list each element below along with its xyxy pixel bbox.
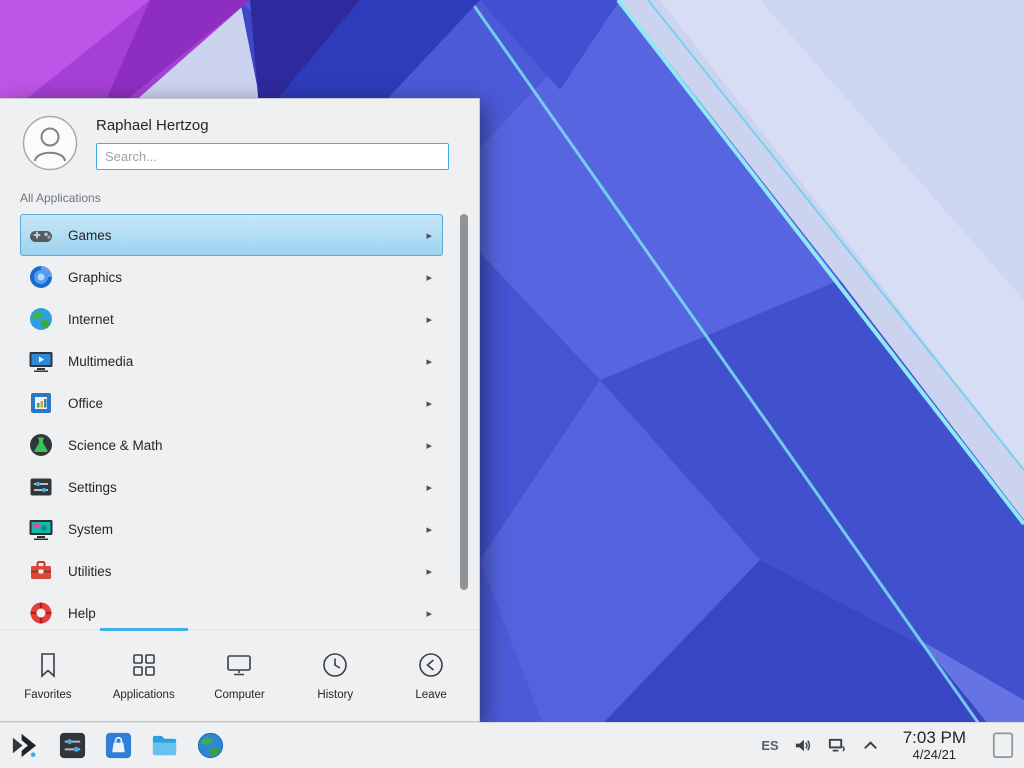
system-tray: ES 7:03 PM 4/24/21 xyxy=(761,728,1016,762)
category-label: Games xyxy=(68,228,412,243)
tab-applications[interactable]: Applications xyxy=(96,630,192,721)
search-input[interactable] xyxy=(96,143,449,170)
submenu-arrow-icon: ▸ xyxy=(426,271,434,284)
category-label: Science & Math xyxy=(68,438,412,453)
flask-icon xyxy=(28,432,54,458)
grid-icon xyxy=(129,650,159,680)
lens-icon xyxy=(28,264,54,290)
taskbar: ES 7:03 PM 4/24/21 xyxy=(0,722,1024,768)
document-chart-icon xyxy=(28,390,54,416)
section-label: All Applications xyxy=(0,183,479,210)
submenu-arrow-icon: ▸ xyxy=(426,565,434,578)
category-label: Help xyxy=(68,606,412,621)
category-games[interactable]: Games ▸ xyxy=(20,214,443,256)
gamepad-icon xyxy=(28,222,54,248)
show-desktop-icon xyxy=(990,729,1016,762)
clock-icon xyxy=(320,650,350,680)
computer-icon xyxy=(224,650,254,680)
category-list: Games ▸ Graphics ▸ Internet ▸ xyxy=(0,210,479,629)
submenu-arrow-icon: ▸ xyxy=(426,481,434,494)
desktop: Raphael Hertzog All Applications Games ▸… xyxy=(0,0,1024,768)
launcher-tab-bar: Favorites Applications Computer History … xyxy=(0,629,479,721)
clock-date: 4/24/21 xyxy=(903,748,966,763)
monitor-play-icon xyxy=(28,348,54,374)
clock-time: 7:03 PM xyxy=(903,728,966,748)
category-office[interactable]: Office ▸ xyxy=(20,382,443,424)
submenu-arrow-icon: ▸ xyxy=(426,439,434,452)
category-label: Utilities xyxy=(68,564,412,579)
category-label: Internet xyxy=(68,312,412,327)
user-avatar[interactable] xyxy=(22,115,78,171)
app-launcher-icon[interactable] xyxy=(8,730,40,762)
submenu-arrow-icon: ▸ xyxy=(426,607,434,620)
digital-clock[interactable]: 7:03 PM 4/24/21 xyxy=(903,728,966,762)
system-settings-icon[interactable] xyxy=(56,730,88,762)
leave-icon xyxy=(416,650,446,680)
tab-label: Favorites xyxy=(24,689,71,701)
active-tab-indicator xyxy=(100,628,188,631)
category-label: Multimedia xyxy=(68,354,412,369)
lifebuoy-icon xyxy=(28,600,54,626)
submenu-arrow-icon: ▸ xyxy=(426,397,434,410)
category-graphics[interactable]: Graphics ▸ xyxy=(20,256,443,298)
expand-tray-icon[interactable] xyxy=(861,735,881,755)
category-label: System xyxy=(68,522,412,537)
volume-icon[interactable] xyxy=(793,735,813,755)
keyboard-layout-indicator[interactable]: ES xyxy=(761,738,778,753)
show-desktop-button[interactable] xyxy=(990,728,1016,762)
tab-label: History xyxy=(317,689,353,701)
category-utilities[interactable]: Utilities ▸ xyxy=(20,550,443,592)
software-center-icon[interactable] xyxy=(102,730,134,762)
tab-label: Leave xyxy=(415,689,446,701)
tab-computer[interactable]: Computer xyxy=(192,630,288,721)
category-help[interactable]: Help ▸ xyxy=(20,592,443,629)
tab-history[interactable]: History xyxy=(287,630,383,721)
web-browser-icon[interactable] xyxy=(194,730,226,762)
list-scrollbar[interactable] xyxy=(460,214,468,590)
category-multimedia[interactable]: Multimedia ▸ xyxy=(20,340,443,382)
submenu-arrow-icon: ▸ xyxy=(426,355,434,368)
category-settings[interactable]: Settings ▸ xyxy=(20,466,443,508)
category-label: Graphics xyxy=(68,270,412,285)
category-system[interactable]: System ▸ xyxy=(20,508,443,550)
submenu-arrow-icon: ▸ xyxy=(426,229,434,242)
tab-label: Computer xyxy=(214,689,265,701)
user-column: Raphael Hertzog xyxy=(96,117,449,170)
category-science-math[interactable]: Science & Math ▸ xyxy=(20,424,443,466)
submenu-arrow-icon: ▸ xyxy=(426,523,434,536)
tab-favorites[interactable]: Favorites xyxy=(0,630,96,721)
submenu-arrow-icon: ▸ xyxy=(426,313,434,326)
tab-label: Applications xyxy=(113,689,175,701)
network-icon[interactable] xyxy=(827,735,847,755)
category-internet[interactable]: Internet ▸ xyxy=(20,298,443,340)
toolbox-icon xyxy=(28,558,54,584)
file-manager-icon[interactable] xyxy=(148,730,180,762)
bookmark-icon xyxy=(33,650,63,680)
sliders-icon xyxy=(28,474,54,500)
category-label: Settings xyxy=(68,480,412,495)
launcher-header: Raphael Hertzog xyxy=(0,99,479,183)
category-label: Office xyxy=(68,396,412,411)
globe-icon xyxy=(28,306,54,332)
application-launcher: Raphael Hertzog All Applications Games ▸… xyxy=(0,98,480,722)
system-monitor-icon xyxy=(28,516,54,542)
tab-leave[interactable]: Leave xyxy=(383,630,479,721)
user-name: Raphael Hertzog xyxy=(96,117,449,134)
